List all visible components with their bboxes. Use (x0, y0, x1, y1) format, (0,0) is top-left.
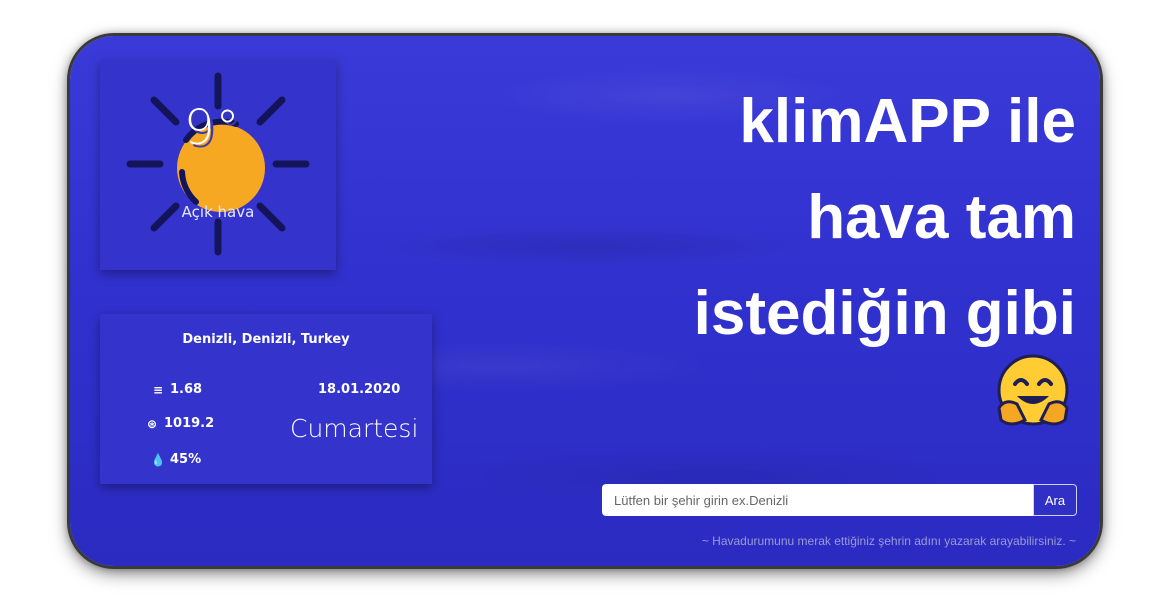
weather-details-card: Denizli, Denizli, Turkey ≡ 1.68 ⊛ 1019.2… (100, 314, 432, 484)
search-bar: Ara (602, 484, 1077, 516)
pressure-value: 1019.2 (164, 416, 215, 431)
wind-icon: ≡ (152, 382, 164, 397)
search-button[interactable]: Ara (1033, 484, 1077, 516)
pressure-icon: ⊛ (146, 416, 158, 431)
wind-stat: ≡ 1.68 (150, 382, 202, 397)
condition-label: Açık hava (181, 203, 255, 221)
city-search-input[interactable] (602, 484, 1033, 516)
day-label: Cumartesi (290, 414, 419, 443)
humidity-icon: 💧 (150, 452, 166, 467)
humidity-stat: 💧 45% (150, 452, 202, 467)
hugging-face-emoji (995, 354, 1071, 430)
temperature-value: 9° (184, 100, 241, 156)
hero-line-2: hava tam (807, 183, 1076, 252)
date-label: 18.01.2020 (318, 382, 401, 397)
app-window: 9° Açık hava Denizli, Denizli, Turkey ≡ … (70, 36, 1100, 566)
hero-line-3: istediğin gibi (693, 279, 1076, 348)
hero-line-1: klimAPP ile (739, 87, 1076, 156)
wind-value: 1.68 (170, 382, 203, 397)
hero-headline: klimAPP ile hava tam istediğin gibi (556, 74, 1076, 362)
pressure-stat: ⊛ 1019.2 (144, 416, 214, 431)
humidity-value: 45% (170, 452, 202, 467)
location-label: Denizli, Denizli, Turkey (182, 332, 350, 347)
temperature-card: 9° Açık hava (100, 60, 336, 270)
search-hint: ~ Havadurumunu merak ettiğiniz şehrin ad… (701, 534, 1076, 548)
